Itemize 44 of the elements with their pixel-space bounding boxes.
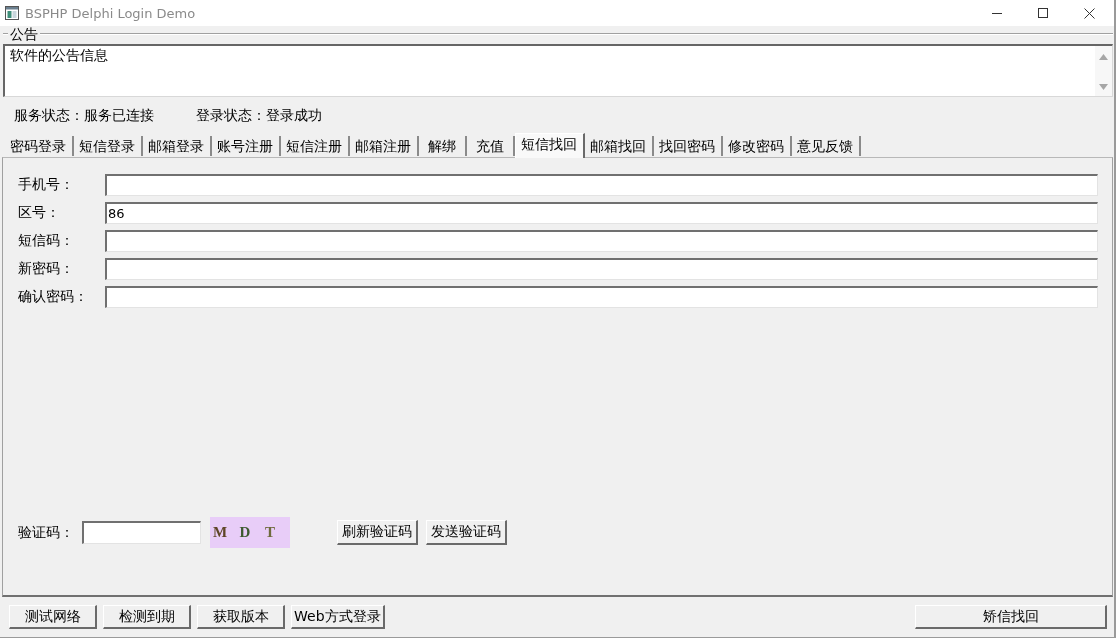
submit-button[interactable]: 矫信找回 [915, 605, 1107, 629]
close-icon [1083, 7, 1095, 19]
input-field[interactable] [105, 258, 1098, 280]
toolbar-button[interactable]: 获取版本 [197, 605, 285, 629]
captcha-button[interactable]: 刷新验证码 [337, 520, 418, 545]
tab[interactable]: 找回密码 [654, 136, 723, 156]
tab[interactable]: 修改密码 [723, 136, 792, 156]
captcha-letter: M [213, 524, 227, 541]
tab[interactable]: 邮箱登录 [143, 136, 212, 156]
tab[interactable]: 短信登录 [74, 136, 143, 156]
tab[interactable]: 解绑 [419, 136, 467, 156]
minimize-icon [992, 12, 1002, 14]
captcha-letter: T [264, 524, 276, 541]
tab[interactable]: 账号注册 [212, 136, 281, 156]
input-field[interactable] [105, 174, 1098, 196]
captcha-button[interactable]: 发送验证码 [426, 520, 507, 545]
tab[interactable]: 意见反馈 [792, 136, 861, 156]
field-label: 短信码： [18, 232, 75, 250]
toolbar-button[interactable]: 测试网络 [9, 605, 97, 629]
maximize-icon [1038, 8, 1048, 18]
toolbar-button[interactable]: Web方式登录 [291, 605, 385, 629]
tab[interactable]: 密码登录 [5, 136, 74, 156]
status-text: 服务状态：服务已连接 [14, 106, 154, 125]
tab[interactable]: 短信找回 [515, 133, 585, 158]
notice-text: 软件的公告信息 [9, 46, 108, 64]
notice-memo[interactable]: 软件的公告信息 [3, 44, 1113, 97]
toolbar-button[interactable]: 检测到期 [103, 605, 191, 629]
input-field[interactable]: 86 [105, 202, 1098, 224]
status-text: 登录状态：登录成功 [196, 106, 322, 125]
captcha-field[interactable] [82, 521, 201, 544]
field-label: 新密码： [18, 260, 75, 278]
window-icon [5, 6, 19, 20]
tab[interactable]: 邮箱注册 [350, 136, 419, 156]
window-title: BSPHP Delphi Login Demo [25, 5, 196, 21]
group-label: 公告 [9, 26, 39, 42]
input-field[interactable] [105, 286, 1098, 308]
field-label: 确认密码： [18, 288, 89, 306]
field-label: 区号： [18, 204, 61, 222]
field-label: 手机号： [18, 176, 75, 194]
captcha-letter: D [238, 524, 252, 541]
tab[interactable]: 短信注册 [281, 136, 350, 156]
tab[interactable]: 邮箱找回 [585, 136, 654, 156]
field-label: 验证码： [18, 523, 75, 542]
input-field[interactable] [105, 230, 1098, 252]
